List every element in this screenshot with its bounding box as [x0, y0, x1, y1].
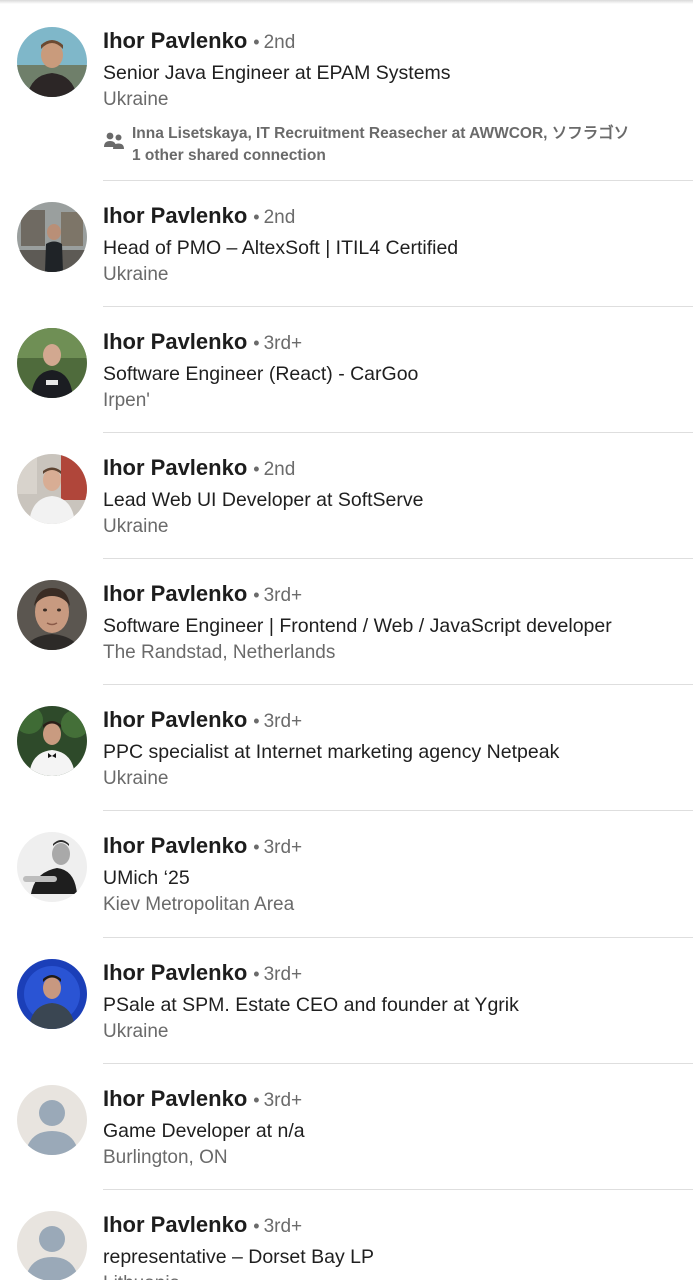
name-line: Ihor Pavlenko • 3rd+ [103, 579, 693, 609]
separator-dot: • [253, 585, 260, 605]
connection-degree: 2nd [263, 207, 296, 228]
result-info: Ihor Pavlenko • 2nd Lead Web UI Developer … [103, 453, 693, 540]
avatar-placeholder[interactable] [17, 1085, 87, 1155]
profile-name-link[interactable]: Ihor Pavlenko [103, 707, 247, 732]
avatar[interactable] [17, 959, 87, 1029]
list-item[interactable]: Ihor Pavlenko • 3rd+ Software Engineer | F… [0, 559, 693, 685]
avatar[interactable] [17, 706, 87, 776]
separator-dot: • [253, 837, 260, 857]
separator-dot: • [253, 1090, 260, 1110]
location: Ukraine [103, 264, 169, 285]
result-info: Ihor Pavlenko • 3rd+ PSale at SPM. Estate … [103, 958, 693, 1045]
separator-dot: • [253, 964, 260, 984]
avatar[interactable] [17, 328, 87, 398]
avatar-placeholder[interactable] [17, 1211, 87, 1280]
headline: Head of PMO – AltexSoft | ITIL4 Certifie… [103, 237, 459, 259]
profile-name-link[interactable]: Ihor Pavlenko [103, 455, 247, 480]
shared-connections[interactable]: Inna Lisetskaya, IT Recruitment Reaseche… [103, 123, 693, 167]
headline: PPC specialist at Internet marketing age… [103, 741, 560, 763]
connection-degree: 2nd [263, 459, 296, 480]
location: Irpen' [103, 390, 150, 411]
profile-name-link[interactable]: Ihor Pavlenko [103, 203, 247, 228]
headline: Software Engineer (React) - CarGoo [103, 363, 419, 385]
headline: Senior Java Engineer at EPAM Systems [103, 62, 451, 84]
result-info: Ihor Pavlenko • 3rd+ representative – Dors… [103, 1210, 693, 1280]
name-line: Ihor Pavlenko • 3rd+ [103, 958, 693, 988]
connection-degree: 3rd+ [263, 333, 303, 354]
shared-connection-line-2: 1 other shared connection [132, 147, 326, 164]
location: Burlington, ON [103, 1147, 228, 1168]
separator-dot: • [253, 207, 260, 227]
list-item[interactable]: Ihor Pavlenko • 3rd+ Game Developer at n/a… [0, 1064, 693, 1190]
result-info: Ihor Pavlenko • 3rd+ PPC specialist at Int… [103, 705, 693, 792]
people-icon [103, 130, 125, 152]
result-info: Ihor Pavlenko • 3rd+ Game Developer at n/a… [103, 1084, 693, 1171]
connection-degree: 3rd+ [263, 711, 303, 732]
result-info: Ihor Pavlenko • 3rd+ Software Engineer | F… [103, 579, 693, 666]
separator-dot: • [253, 459, 260, 479]
profile-name-link[interactable]: Ihor Pavlenko [103, 581, 247, 606]
list-item[interactable]: Ihor Pavlenko • 2nd Senior Java Engineer a… [0, 0, 693, 181]
headline: PSale at SPM. Estate CEO and founder at … [103, 994, 519, 1016]
headline: Software Engineer | Frontend / Web / Jav… [103, 615, 612, 637]
connection-degree: 3rd+ [263, 964, 303, 985]
location: Ukraine [103, 516, 169, 537]
location: Ukraine [103, 89, 169, 110]
profile-name-link[interactable]: Ihor Pavlenko [103, 1086, 247, 1111]
avatar[interactable] [17, 580, 87, 650]
avatar[interactable] [17, 454, 87, 524]
location: Kiev Metropolitan Area [103, 894, 295, 915]
location: Ukraine [103, 1021, 169, 1042]
result-info: Ihor Pavlenko • 3rd+ UMich ‘25 Kiev Metrop… [103, 831, 693, 918]
location: Lithuania [103, 1271, 693, 1280]
name-line: Ihor Pavlenko • 3rd+ [103, 1210, 693, 1240]
list-item[interactable]: Ihor Pavlenko • 2nd Head of PMO – AltexSof… [0, 181, 693, 307]
separator-dot: • [253, 711, 260, 731]
separator-dot: • [253, 1216, 260, 1236]
name-line: Ihor Pavlenko • 3rd+ [103, 705, 693, 735]
name-line: Ihor Pavlenko • 3rd+ [103, 327, 693, 357]
profile-name-link[interactable]: Ihor Pavlenko [103, 28, 247, 53]
list-item[interactable]: Ihor Pavlenko • 3rd+ Software Engineer (Re… [0, 307, 693, 433]
separator-dot: • [253, 32, 260, 52]
connection-degree: 3rd+ [263, 1090, 303, 1111]
headline: Lead Web UI Developer at SoftServe [103, 489, 424, 511]
profile-name-link[interactable]: Ihor Pavlenko [103, 329, 247, 354]
avatar[interactable] [17, 202, 87, 272]
connection-degree: 3rd+ [263, 837, 303, 858]
name-line: Ihor Pavlenko • 2nd [103, 26, 693, 56]
name-line: Ihor Pavlenko • 3rd+ [103, 831, 693, 861]
shared-connection-line-1: Inna Lisetskaya, IT Recruitment Reaseche… [132, 125, 630, 142]
headline: Game Developer at n/a [103, 1120, 305, 1142]
list-item[interactable]: Ihor Pavlenko • 3rd+ PPC specialist at Int… [0, 685, 693, 811]
headline: representative – Dorset Bay LP [103, 1246, 374, 1268]
result-info: Ihor Pavlenko • 3rd+ Software Engineer (Re… [103, 327, 693, 414]
name-line: Ihor Pavlenko • 3rd+ [103, 1084, 693, 1114]
connection-degree: 2nd [263, 32, 296, 53]
list-item[interactable]: Ihor Pavlenko • 3rd+ PSale at SPM. Estate … [0, 938, 693, 1064]
profile-name-link[interactable]: Ihor Pavlenko [103, 960, 247, 985]
list-item[interactable]: Ihor Pavlenko • 2nd Lead Web UI Developer … [0, 433, 693, 559]
profile-name-link[interactable]: Ihor Pavlenko [103, 1212, 247, 1237]
avatar[interactable] [17, 27, 87, 97]
connection-degree: 3rd+ [263, 585, 303, 606]
location: Ukraine [103, 768, 169, 789]
separator-dot: • [253, 333, 260, 353]
profile-name-link[interactable]: Ihor Pavlenko [103, 833, 247, 858]
name-line: Ihor Pavlenko • 2nd [103, 453, 693, 483]
shared-connections-text[interactable]: Inna Lisetskaya, IT Recruitment Reaseche… [132, 123, 693, 167]
list-item[interactable]: Ihor Pavlenko • 3rd+ representative – Dors… [0, 1190, 693, 1280]
connection-degree: 3rd+ [263, 1216, 303, 1237]
location: The Randstad, Netherlands [103, 642, 336, 663]
result-info: Ihor Pavlenko • 2nd Head of PMO – AltexSof… [103, 201, 693, 288]
result-info: Ihor Pavlenko • 2nd Senior Java Engineer a… [103, 26, 693, 167]
headline: UMich ‘25 [103, 867, 190, 889]
avatar[interactable] [17, 832, 87, 902]
list-item[interactable]: Ihor Pavlenko • 3rd+ UMich ‘25 Kiev Metrop… [0, 811, 693, 938]
name-line: Ihor Pavlenko • 2nd [103, 201, 693, 231]
